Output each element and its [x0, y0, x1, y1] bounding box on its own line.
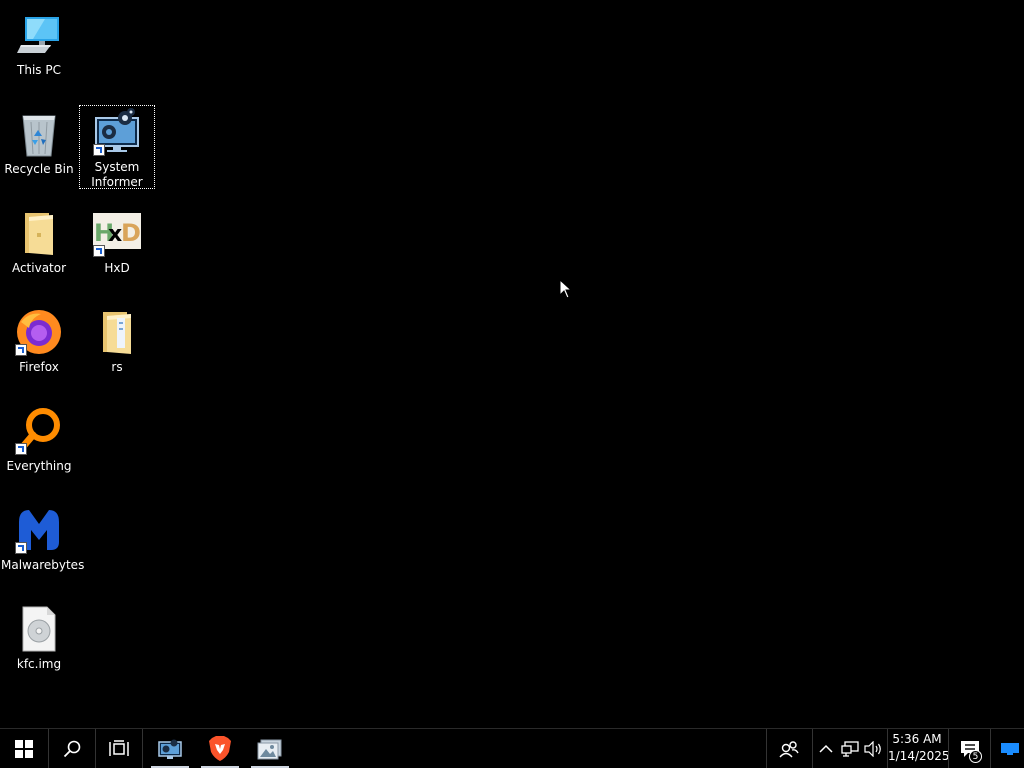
show-desktop-icon	[1001, 742, 1019, 755]
desktop-icon-label: Recycle Bin	[4, 162, 74, 176]
taskbar-app-brave[interactable]	[197, 729, 243, 768]
taskbar-clock[interactable]: 5:36 AM 1/14/2025	[888, 729, 950, 768]
svg-text:D: D	[121, 219, 141, 247]
brave-browser-icon	[209, 735, 231, 761]
volume-icon	[864, 740, 881, 757]
desktop-icon-everything[interactable]: Everything	[1, 404, 77, 484]
desktop-icon-label: HxD	[104, 261, 130, 275]
notification-count-badge: 5	[969, 750, 982, 763]
desktop-icon-kfc-img[interactable]: kfc.img	[1, 602, 77, 682]
everything-search-icon	[15, 407, 63, 455]
computer-icon	[15, 11, 63, 59]
start-button[interactable]	[0, 729, 48, 768]
people-button[interactable]	[767, 729, 811, 768]
action-center-button[interactable]: 5	[950, 729, 990, 768]
shortcut-arrow-icon	[15, 542, 27, 554]
desktop-icon-this-pc[interactable]: This PC	[1, 8, 77, 88]
network-button[interactable]	[838, 729, 862, 768]
hxd-icon: H x D	[93, 209, 141, 257]
desktop-icon-malwarebytes[interactable]: Malwarebytes	[1, 503, 85, 583]
desktop-icon-label: Firefox	[19, 360, 59, 374]
desktop-icon-label: rs	[111, 360, 123, 374]
show-hidden-icons-button[interactable]	[814, 729, 838, 768]
firefox-icon	[15, 308, 63, 356]
desktop-icon-system-informer[interactable]: System Informer	[79, 105, 155, 189]
shortcut-arrow-icon	[93, 144, 105, 156]
taskbar-app-pictures[interactable]	[247, 729, 293, 768]
recycle-bin-icon	[15, 110, 63, 158]
desktop-icon-recycle-bin[interactable]: Recycle Bin	[1, 107, 77, 187]
search-icon	[63, 740, 81, 757]
desktop-icon-label: This PC	[17, 63, 61, 77]
taskbar-separator	[948, 729, 949, 768]
desktop-icon-label: Malwarebytes	[1, 558, 85, 572]
disc-image-file-icon	[15, 605, 63, 653]
chevron-up-icon	[819, 744, 833, 753]
taskbar: 5:36 AM 1/14/2025 5	[0, 728, 1024, 768]
network-icon	[841, 740, 859, 757]
desktop[interactable]: This PC Recycle Bin System Informer Acti…	[0, 0, 1024, 728]
taskbar-separator	[812, 729, 813, 768]
taskbar-app-system-informer[interactable]	[147, 729, 193, 768]
taskbar-separator	[990, 729, 991, 768]
folder-icon	[93, 308, 141, 356]
windows-start-icon	[15, 739, 33, 758]
pictures-app-icon	[257, 739, 282, 759]
desktop-icon-hxd[interactable]: H x D HxD	[79, 206, 155, 286]
desktop-icon-label: kfc.img	[16, 657, 62, 671]
volume-button[interactable]	[862, 729, 886, 768]
shortcut-arrow-icon	[15, 443, 27, 455]
folder-icon	[15, 209, 63, 257]
task-view-icon	[109, 739, 129, 756]
search-button[interactable]	[49, 729, 95, 768]
people-icon	[779, 740, 799, 757]
desktop-icon-label: Activator	[11, 261, 67, 275]
desktop-icon-firefox[interactable]: Firefox	[1, 305, 77, 385]
system-informer-icon	[93, 108, 141, 156]
desktop-icon-rs[interactable]: rs	[79, 305, 155, 385]
shortcut-arrow-icon	[15, 344, 27, 356]
desktop-icon-label: System Informer	[91, 160, 143, 189]
system-informer-icon	[158, 739, 182, 759]
clock-time: 5:36 AM	[892, 732, 942, 746]
malwarebytes-icon	[15, 506, 63, 554]
task-view-button[interactable]	[96, 729, 142, 768]
clock-date: 1/14/2025	[888, 749, 950, 763]
shortcut-arrow-icon	[93, 245, 105, 257]
desktop-icon-label: Everything	[6, 459, 72, 473]
show-desktop-button[interactable]	[996, 729, 1024, 768]
taskbar-separator	[142, 729, 143, 768]
desktop-icon-activator[interactable]: Activator	[1, 206, 77, 286]
